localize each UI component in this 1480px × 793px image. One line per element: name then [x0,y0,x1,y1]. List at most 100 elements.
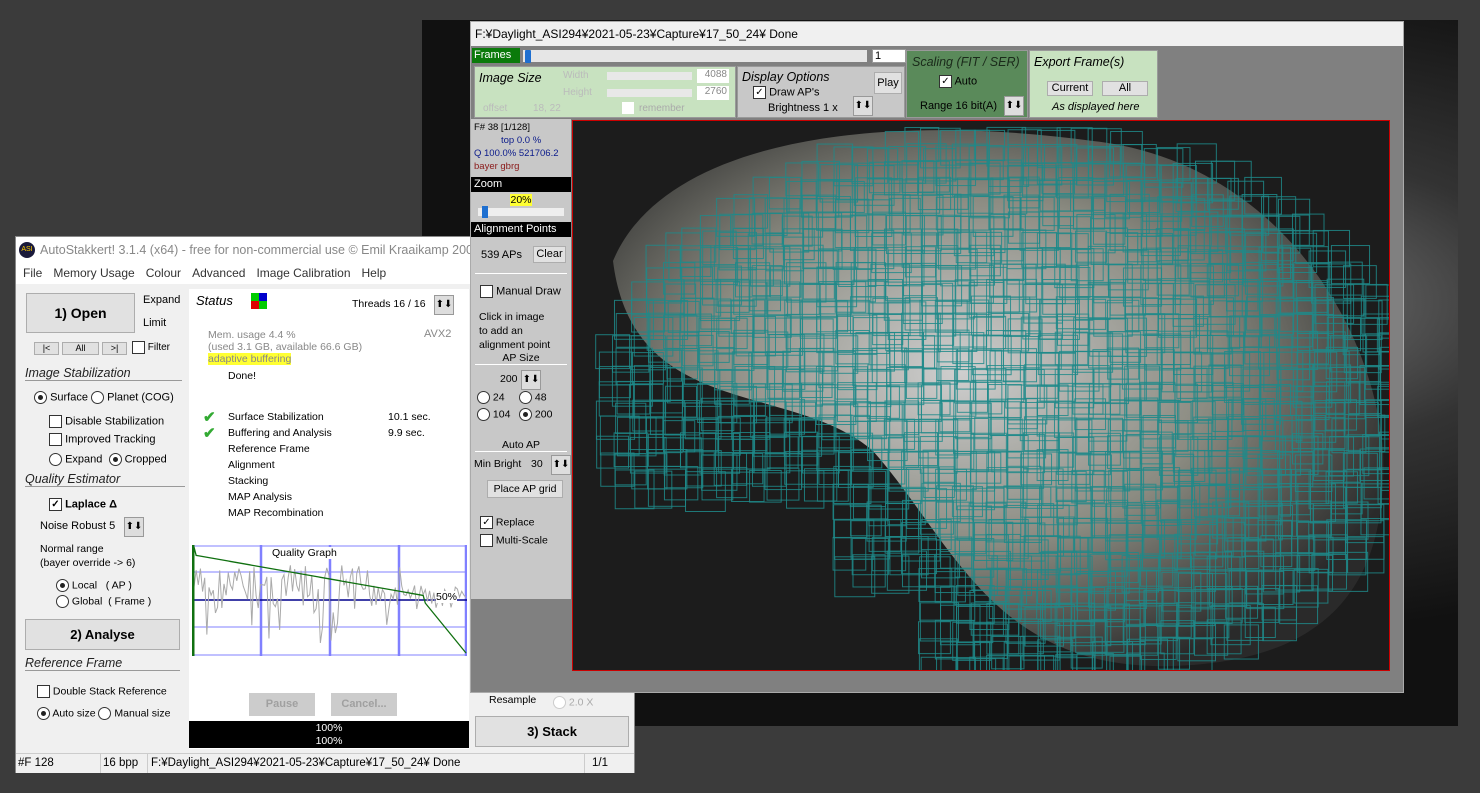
frames-slider[interactable] [523,50,867,63]
planet-radio[interactable] [91,391,105,404]
cancel-button[interactable]: Cancel... [331,693,397,716]
alignment-points-overlay[interactable] [573,121,1422,699]
stack-button[interactable]: 3) Stack [475,716,629,747]
ap-size-spinner[interactable]: ⬆⬇ [521,370,541,390]
threads-spinner[interactable]: ⬆⬇ [434,295,454,315]
alignment-point-box[interactable] [598,381,634,417]
remember-checkbox[interactable] [622,102,634,114]
alignment-point-box[interactable] [834,556,876,598]
width-slider[interactable] [607,72,692,80]
status-step: ✔ Surface Stabilization 10.1 sec. [203,409,463,427]
checkmark-icon: ✔ [203,425,216,442]
frames-slider-thumb[interactable] [525,50,531,63]
status-page: 1/1 [584,754,608,773]
noise-robust-spinner[interactable]: ⬆⬇ [124,517,144,537]
pause-button[interactable]: Pause [249,693,315,716]
alignment-point-box[interactable] [834,519,875,560]
export-all-button[interactable]: All [1102,81,1148,96]
alignment-point-box[interactable] [918,621,951,655]
zoom-slider[interactable] [478,206,564,218]
auto-scaling-checkbox[interactable]: ✓ [939,75,952,88]
alignment-point-box[interactable] [1343,265,1377,299]
quality-estimator-title: Quality Estimator [25,472,185,487]
alignment-point-box[interactable] [1377,385,1409,418]
limit-label: Limit [143,317,167,329]
menu-colour[interactable]: Colour [146,266,181,280]
draw-aps-checkbox[interactable]: ✓ [753,86,766,99]
last-frame-button[interactable]: >| [102,342,127,355]
zoom-slider-thumb[interactable] [482,206,488,218]
improved-tracking-checkbox[interactable] [49,433,62,446]
range-spinner[interactable]: ⬆⬇ [1004,96,1024,116]
height-slider[interactable] [607,89,692,97]
surface-radio[interactable] [34,391,47,404]
all-frames-button[interactable]: All [62,342,99,355]
min-bright-spinner[interactable]: ⬆⬇ [551,455,571,475]
filter-checkbox[interactable] [132,341,145,354]
clear-aps-button[interactable]: Clear [533,246,566,263]
manual-size-radio[interactable] [98,707,112,720]
multi-scale-checkbox[interactable] [480,534,493,547]
place-ap-grid-button[interactable]: Place AP grid [487,480,563,498]
manual-draw-checkbox[interactable] [480,285,493,298]
ap-size-200-radio[interactable] [519,408,532,421]
replace-checkbox[interactable]: ✓ [480,516,493,529]
height-label: Height [563,87,592,98]
status-frame-count: #F 128 [18,757,54,769]
frame-image[interactable] [572,120,1422,699]
display-options-title: Display Options [742,70,830,84]
alignment-point-box[interactable] [631,352,664,385]
brightness-spinner[interactable]: ⬆⬇ [853,96,873,116]
laplace-label: Laplace Δ [65,498,117,511]
export-current-button[interactable]: Current [1047,81,1093,96]
cropped-radio[interactable] [108,453,122,466]
expand-radio[interactable] [49,453,62,466]
open-button[interactable]: 1) Open [26,293,135,333]
play-button[interactable]: Play [874,72,902,94]
ap-size-value: 200 [500,373,518,385]
menu-help[interactable]: Help [362,266,387,280]
menu-memory-usage[interactable]: Memory Usage [53,266,134,280]
alignment-point-box[interactable] [596,435,630,469]
alignment-point-box[interactable] [634,470,673,509]
alignment-point-box[interactable] [1291,213,1325,247]
ap-count: 539 APs [481,249,522,261]
viewer-title: F:¥Daylight_ASI294¥2021-05-23¥Capture¥17… [471,22,1403,46]
menu-image-calibration[interactable]: Image Calibration [256,266,350,280]
threads-label: Threads 16 / 16 [352,298,426,310]
frame-number-input[interactable]: 1 [872,49,906,63]
laplace-checkbox[interactable]: ✓ [49,498,62,511]
bayer-info: bayer gbrg [474,161,520,172]
alignment-point-box[interactable] [850,520,890,560]
ap-size-24-radio[interactable] [477,391,490,404]
menu-file[interactable]: File [23,266,42,280]
first-frame-button[interactable]: |< [34,342,59,355]
local-radio[interactable] [56,579,69,592]
global-radio[interactable] [56,595,69,608]
frame-info: F# 38 [1/128] [474,122,530,133]
alignment-point-box[interactable] [1008,655,1045,693]
alignment-point-box[interactable] [662,420,696,453]
normal-range-label: Normal range [40,543,104,555]
quality-graph-plot [191,545,468,656]
menu-advanced[interactable]: Advanced [192,266,245,280]
ap-size-104-radio[interactable] [477,408,490,421]
ap-size-48-radio[interactable] [519,391,532,404]
alignment-point-box[interactable] [701,468,734,501]
step-name: Reference Frame [228,443,310,455]
adaptive-buffering-badge: adaptive buffering [208,353,292,365]
alignment-point-box[interactable] [832,536,867,571]
image-stabilization-title: Image Stabilization [25,366,182,381]
double-stack-checkbox[interactable] [37,685,50,698]
alignment-point-box[interactable] [918,638,958,678]
brightness-label: Brightness 1 x [768,102,838,114]
status-step: MAP Recombination [203,507,463,523]
resample-2x-radio[interactable] [553,696,566,709]
alignment-point-box[interactable] [685,471,726,512]
analyse-button[interactable]: 2) Analyse [25,619,180,650]
status-step: Alignment [203,459,463,475]
alignment-point-box[interactable] [718,436,755,473]
status-path: F:¥Daylight_ASI294¥2021-05-23¥Capture¥17… [147,754,460,773]
auto-size-radio[interactable] [37,707,50,720]
disable-stabilization-checkbox[interactable] [49,415,62,428]
